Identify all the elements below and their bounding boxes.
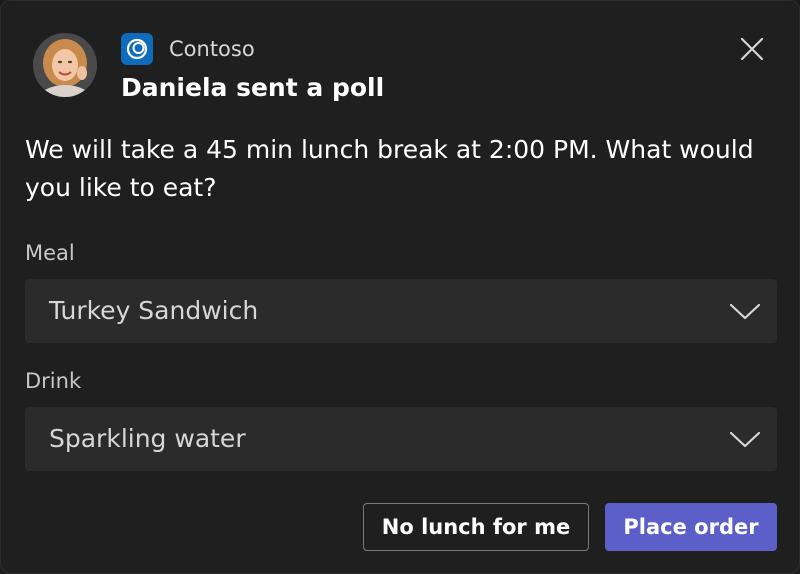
avatar-photo-icon <box>33 33 97 97</box>
chevron-down-icon <box>729 303 761 320</box>
app-name: Contoso <box>169 37 255 61</box>
chevron-down-icon <box>729 431 761 448</box>
notification-title: Daniela sent a poll <box>121 73 385 102</box>
meal-selected-value: Turkey Sandwich <box>49 296 259 325</box>
sender-avatar <box>33 33 97 97</box>
close-icon <box>740 37 764 61</box>
drink-selected-value: Sparkling water <box>49 424 246 453</box>
no-lunch-button[interactable]: No lunch for me <box>363 503 589 551</box>
close-button[interactable] <box>737 34 767 64</box>
contoso-logo-icon <box>121 33 153 65</box>
meal-dropdown[interactable]: Turkey Sandwich <box>25 279 777 343</box>
poll-message: We will take a 45 min lunch break at 2:0… <box>25 135 754 202</box>
meal-label: Meal <box>25 241 75 265</box>
poll-card: Contoso Daniela sent a poll We will take… <box>0 0 800 574</box>
place-order-button[interactable]: Place order <box>605 503 777 551</box>
drink-label: Drink <box>25 369 82 393</box>
drink-dropdown[interactable]: Sparkling water <box>25 407 777 471</box>
